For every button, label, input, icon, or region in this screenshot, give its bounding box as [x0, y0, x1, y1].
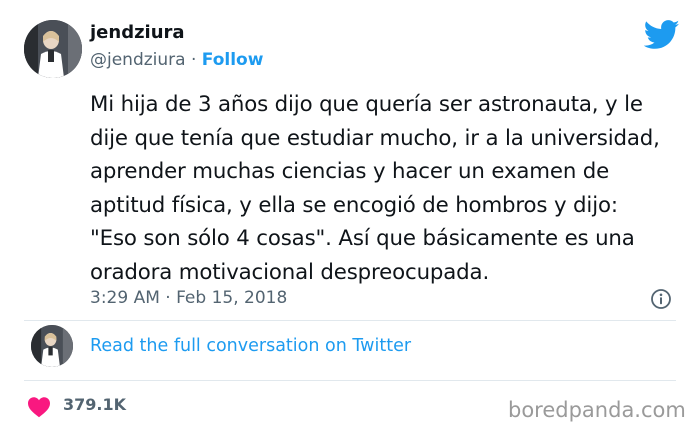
divider [24, 380, 676, 381]
twitter-bird-icon[interactable] [644, 20, 680, 50]
tweet-text-line: aptitud física, y ella se encogió de hom… [90, 192, 618, 218]
read-full-conversation-link[interactable]: Read the full conversation on Twitter [90, 336, 411, 356]
author-avatar-small[interactable] [31, 325, 73, 367]
handle-row: @jendziura · Follow [90, 50, 263, 70]
follow-button[interactable]: Follow [202, 50, 264, 70]
heart-icon[interactable] [27, 396, 51, 418]
divider [24, 320, 676, 321]
tweet-text-line: dije que tenía que estudiar mucho, ir a … [90, 125, 660, 151]
tweet-text: Mi hija de 3 años dijo que quería ser as… [90, 88, 680, 289]
author-display-name[interactable]: jendziura [90, 22, 185, 43]
tweet-text-line: aprender muchas ciencias y hacer un exam… [90, 159, 610, 184]
info-icon[interactable] [650, 288, 672, 310]
author-handle[interactable]: @jendziura [90, 50, 186, 70]
author-avatar[interactable] [24, 20, 82, 78]
separator: · [190, 50, 197, 70]
watermark: boredpanda.com [508, 398, 686, 422]
like-count[interactable]: 379.1K [63, 395, 126, 414]
tweet-text-line: "Eso son sólo 4 cosas". Así que básicame… [90, 226, 635, 251]
tweet-timestamp[interactable]: 3:29 AM · Feb 15, 2018 [90, 288, 287, 308]
tweet-text-line: oradora motivacional despreocupada. [90, 259, 490, 285]
tweet-text-line: Mi hija de 3 años dijo que quería ser as… [90, 92, 643, 117]
